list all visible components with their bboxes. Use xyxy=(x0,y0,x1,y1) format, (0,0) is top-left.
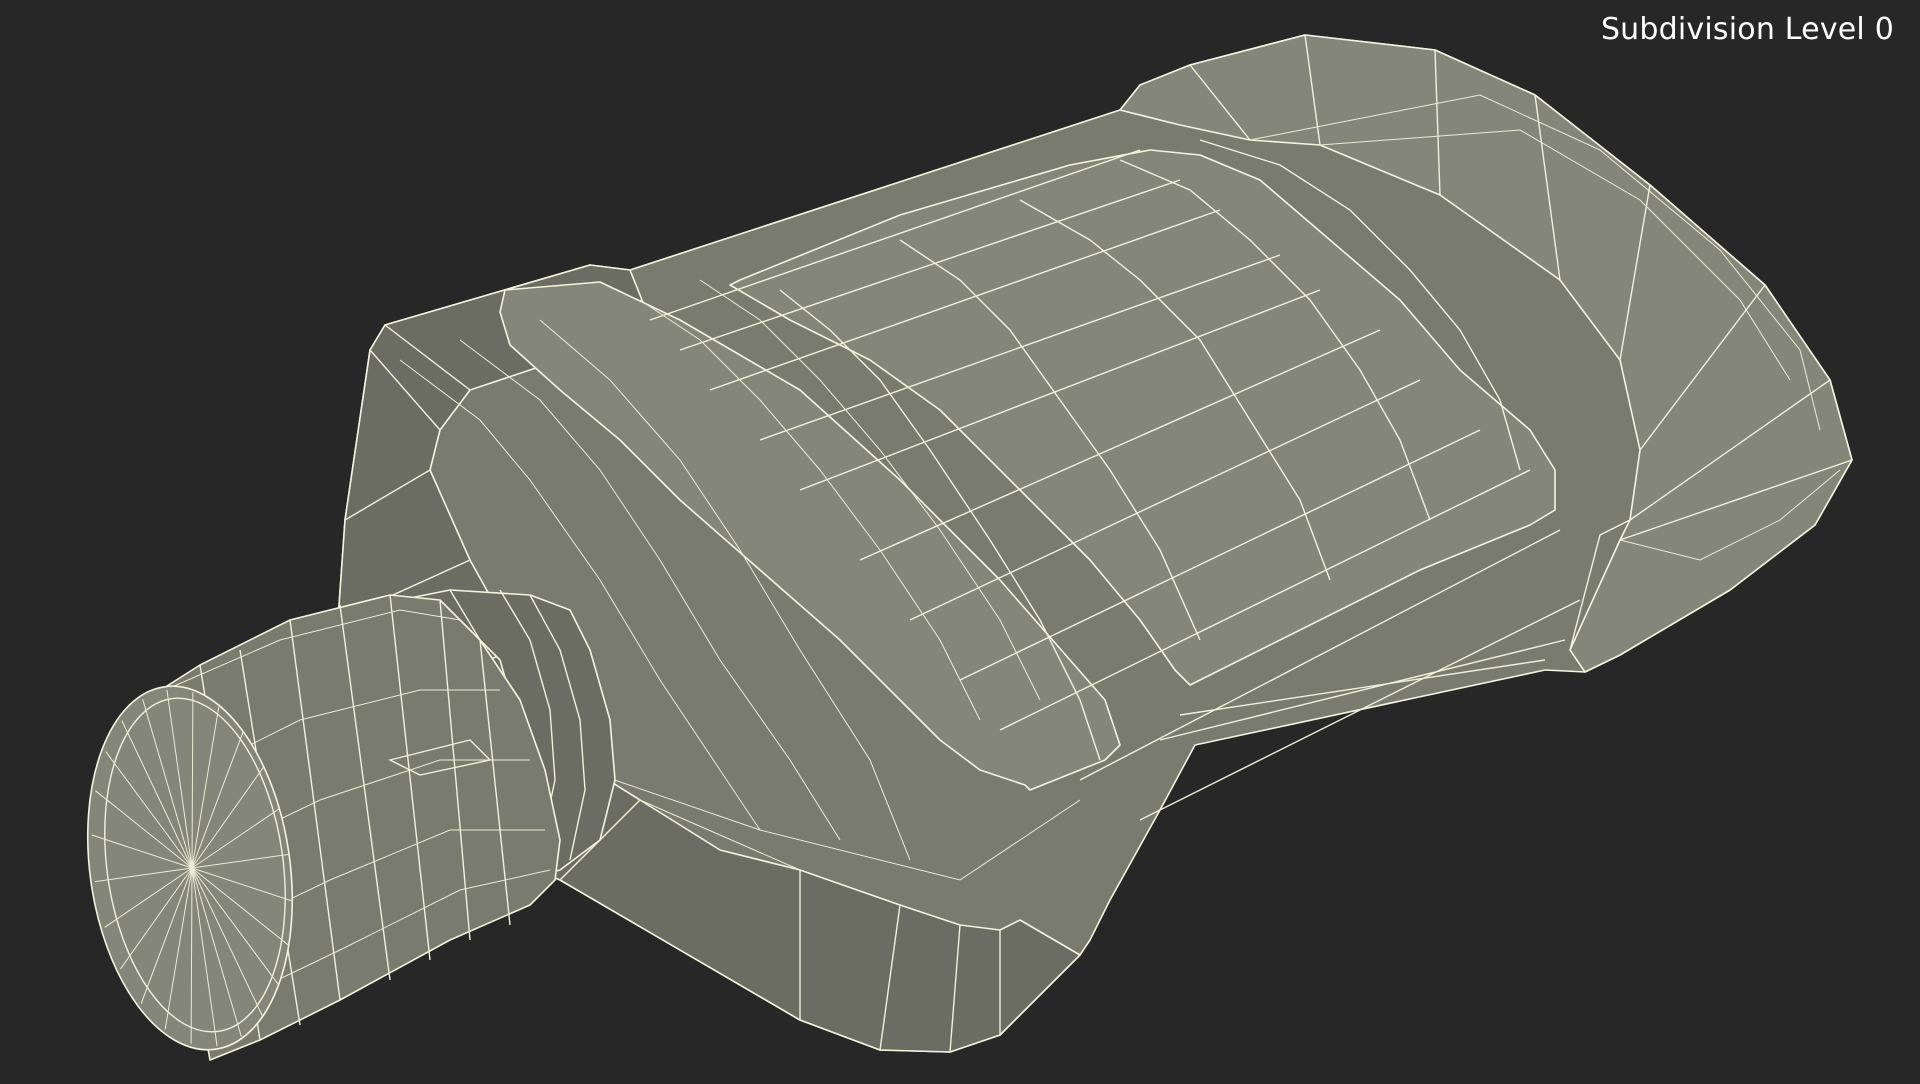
3d-viewport[interactable]: Subdivision Level 0 xyxy=(0,0,1920,1080)
wireframe-model xyxy=(86,34,1853,1061)
subdivision-level-label: Subdivision Level 0 xyxy=(1600,12,1894,47)
